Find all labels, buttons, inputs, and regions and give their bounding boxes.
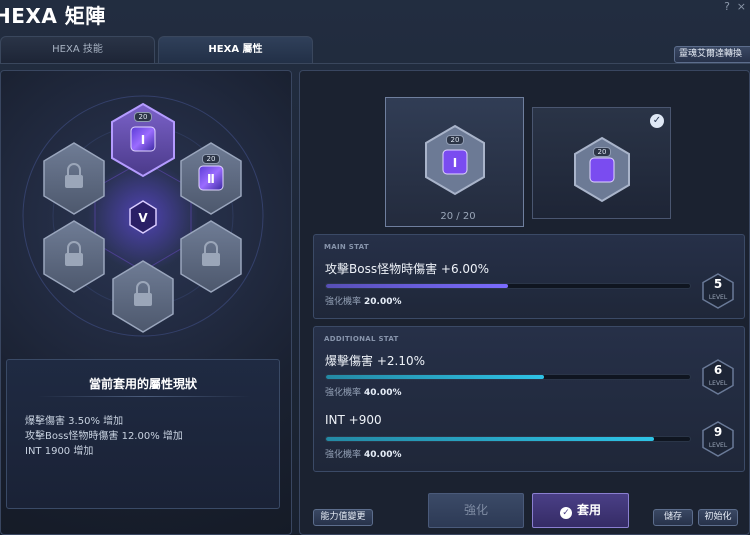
window-title: HEXA 矩陣 [0, 4, 106, 28]
core-glyph: Ⅱ [207, 172, 215, 186]
save-button[interactable]: 儲存 [653, 509, 693, 526]
additional-stat-progress-fill [326, 375, 545, 379]
additional-stat-progress-fill [326, 437, 654, 441]
hexa-stat-core-icon: Ⅰ [425, 124, 485, 196]
hexa-matrix-window: HEXA 矩陣 ? × HEXA 技能 HEXA 屬性 靈魂艾爾達轉換 Ⅰ Ⅱ … [0, 0, 750, 535]
main-stat-progress-bar [325, 283, 691, 289]
rate-value: 40.00% [364, 450, 402, 460]
level-label: LEVEL [708, 294, 728, 301]
card-level-badge: 20 [446, 135, 464, 145]
hexa-grid: Ⅰ Ⅱ V 20 20 [1, 71, 293, 351]
status-line: INT 1900 增加 [25, 446, 94, 457]
sol-erda-convert-button[interactable]: 靈魂艾爾達轉換 [674, 46, 750, 63]
current-status-box: 當前套用的屬性現狀 爆擊傷害 3.50% 增加 攻擊Boss怪物時傷害 12.0… [6, 359, 280, 509]
status-divider [37, 396, 251, 397]
title-bar: HEXA 矩陣 ? × [0, 0, 750, 30]
check-icon: ✓ [650, 114, 664, 128]
rate-value: 20.00% [364, 297, 402, 307]
card-level-badge: 20 [593, 147, 611, 157]
enhance-button[interactable]: 強化 [428, 493, 524, 528]
rate-label: 強化機率 [325, 388, 362, 398]
slot-level-badge: 20 [202, 154, 220, 164]
card-count: 20 / 20 [440, 211, 476, 222]
reset-button[interactable]: 初始化 [698, 509, 738, 526]
additional-stat-header: ADDITIONAL STAT [324, 335, 399, 343]
stat-detail-panel: Ⅰ 20 20 / 20 20 ✓ MAIN STAT 攻擊Boss怪物時傷害 … [299, 70, 750, 535]
tab-hexa-stat[interactable]: HEXA 屬性 [158, 36, 313, 63]
rate-label: 強化機率 [325, 297, 362, 307]
help-button[interactable]: ? [724, 0, 730, 13]
additional-stat-rate: 強化機率 40.00% [325, 447, 402, 460]
slot-level-badge: 20 [134, 112, 152, 122]
status-line: 爆擊傷害 3.50% 增加 [25, 416, 124, 427]
additional-stat-name: 爆擊傷害 +2.10% [325, 354, 425, 368]
rate-value: 40.00% [364, 388, 402, 398]
main-stat-level: 5 [713, 277, 723, 291]
additional-stat-progress-bar [325, 374, 691, 380]
tab-hexa-skill[interactable]: HEXA 技能 [0, 36, 155, 63]
level-label: LEVEL [708, 380, 728, 387]
ability-change-button[interactable]: 能力值變更 [313, 509, 373, 526]
svg-text:V: V [138, 211, 148, 225]
apply-button[interactable]: ✓ 套用 [532, 493, 629, 528]
additional-stat-progress-bar [325, 436, 691, 442]
close-button[interactable]: × [737, 0, 746, 13]
stat-core-card-new[interactable]: 20 ✓ [532, 107, 671, 219]
hexa-slot-bottom[interactable] [112, 260, 174, 333]
rate-label: 強化機率 [325, 450, 362, 460]
hexa-grid-panel: Ⅰ Ⅱ V 20 20 當前套用的屬性現狀 爆擊傷害 3.50% 增加 攻擊Bo… [0, 70, 292, 535]
tab-divider [0, 63, 750, 64]
status-line: 攻擊Boss怪物時傷害 12.00% 增加 [25, 431, 183, 442]
apply-label: 套用 [576, 503, 601, 517]
additional-stat-name: INT +900 [325, 413, 382, 427]
additional-stat-rate: 強化機率 40.00% [325, 385, 402, 398]
svg-text:Ⅰ: Ⅰ [453, 156, 457, 170]
additional-stat-level: 9 [713, 425, 723, 439]
main-stat-header: MAIN STAT [324, 243, 369, 251]
status-title: 當前套用的屬性現狀 [88, 377, 197, 391]
stat-core-card-current[interactable]: Ⅰ 20 [385, 97, 524, 227]
additional-stat-level: 6 [713, 363, 723, 377]
level-label: LEVEL [708, 442, 728, 449]
hexa-emblem-icon: V [129, 200, 157, 234]
main-stat-progress-fill [326, 284, 508, 288]
additional-stat-box: ADDITIONAL STAT 爆擊傷害 +2.10% 強化機率 40.00% 6… [313, 326, 745, 472]
core-glyph: Ⅰ [141, 133, 145, 147]
main-stat-name: 攻擊Boss怪物時傷害 +6.00% [325, 262, 490, 276]
check-icon: ✓ [559, 507, 572, 519]
main-stat-rate: 強化機率 20.00% [325, 294, 402, 307]
main-stat-box: MAIN STAT 攻擊Boss怪物時傷害 +6.00% 強化機率 20.00% … [313, 234, 745, 319]
